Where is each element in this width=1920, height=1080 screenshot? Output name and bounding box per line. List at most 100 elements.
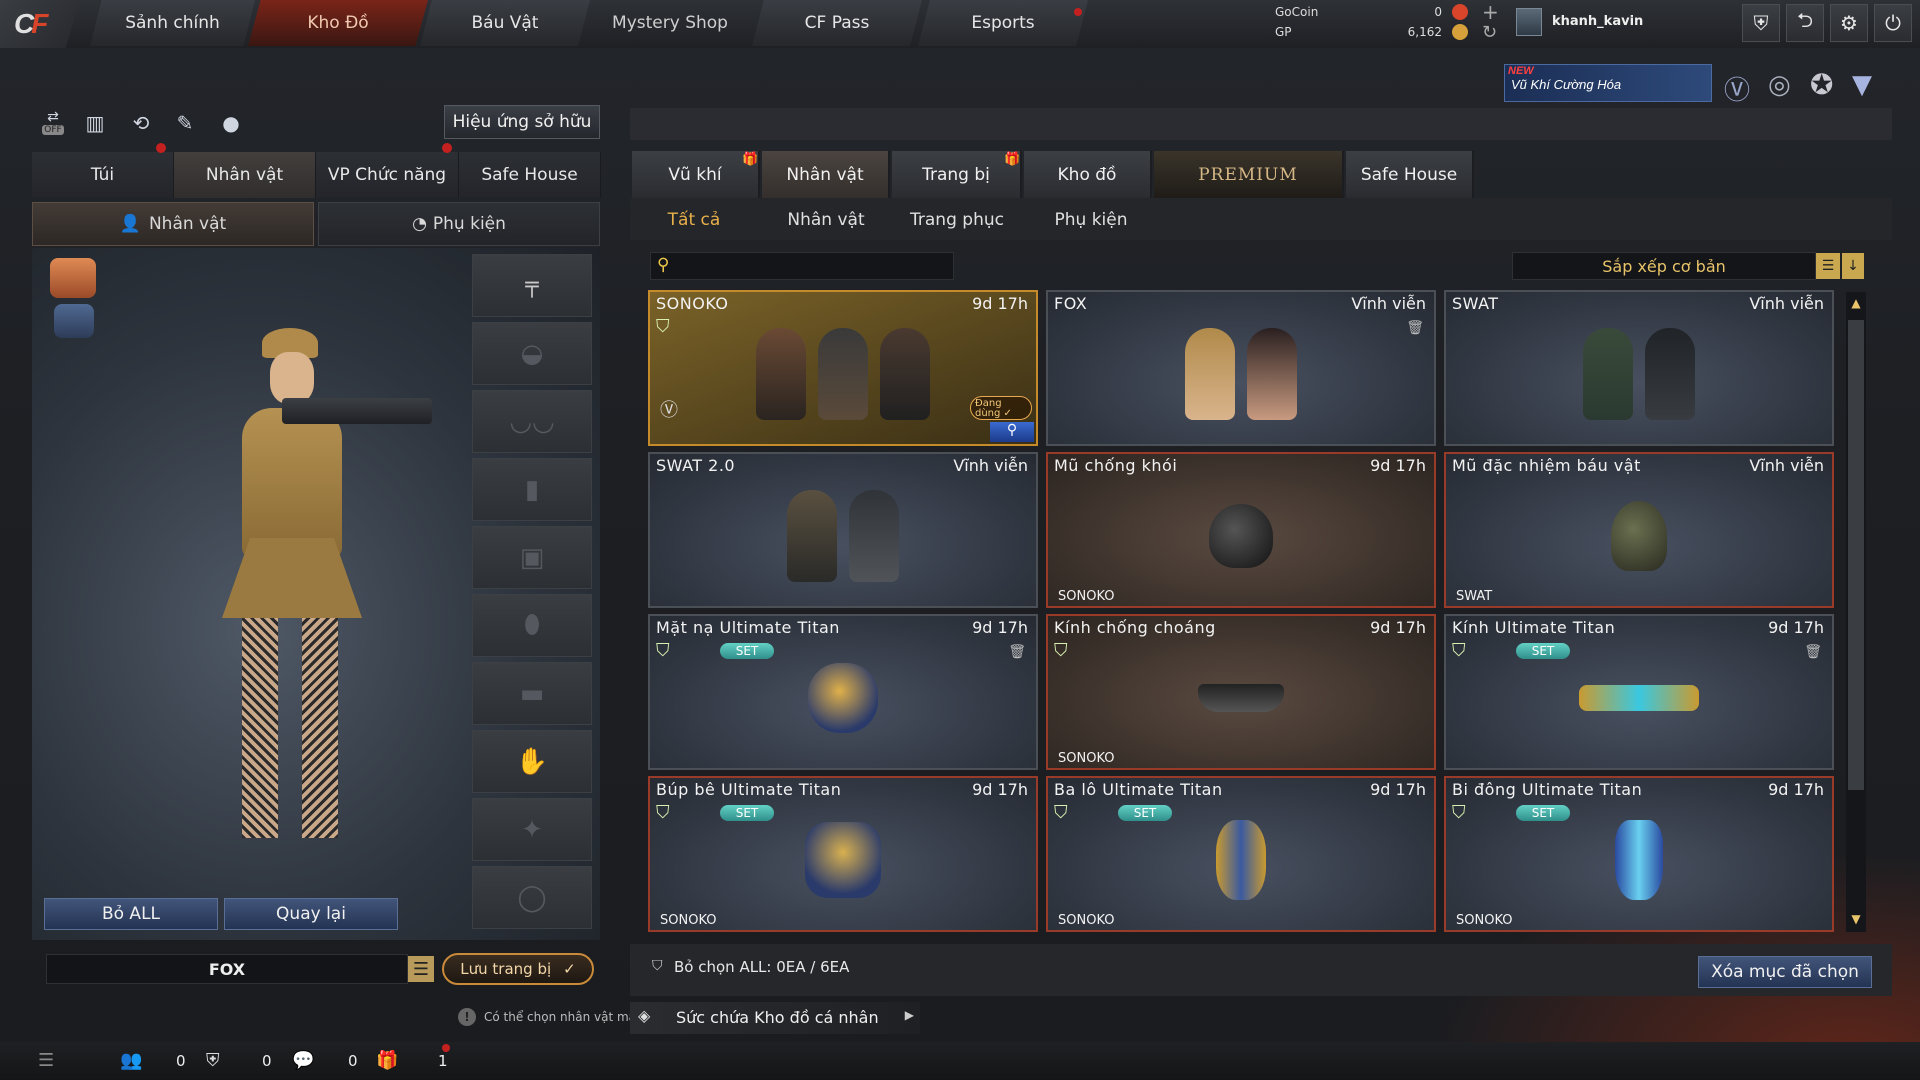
subtab-label: Nhân vật [148, 214, 227, 234]
mode-icon-active[interactable] [50, 258, 96, 298]
nav-tab-cf-pass[interactable]: CF Pass [752, 0, 922, 46]
clan-icon[interactable]: ⛨ [206, 1050, 220, 1071]
item-card-titan-goggles[interactable]: Kính Ultimate Titan 9d 17h ⛉ SET 🗑 [1444, 614, 1834, 770]
right-tab-character[interactable]: Nhân vật [762, 151, 890, 198]
left-tab-character[interactable]: Nhân vật [174, 152, 316, 198]
delete-selected-button[interactable]: Xóa mục đã chọn [1698, 956, 1872, 988]
nav-tab-esports[interactable]: Esports [918, 0, 1088, 46]
chevron-right-icon: ▶ [904, 1008, 914, 1022]
clan-icon[interactable]: ⛨ [1742, 4, 1780, 42]
item-card-swat-2[interactable]: SWAT 2.0 Vĩnh viễn [648, 452, 1038, 608]
owned-effects-button[interactable]: Hiệu ứng sở hữu [444, 105, 600, 139]
item-owner: SWAT [1456, 589, 1493, 604]
item-card-titan-backpack[interactable]: Ba lô Ultimate Titan 9d 17h ⛉ SET SONOKO [1046, 776, 1436, 932]
off-label: OFF [42, 125, 64, 135]
left-tab-vp-items[interactable]: VP Chức năng [316, 152, 459, 198]
subtab-character[interactable]: 👤 Nhân vật [32, 202, 314, 246]
scroll-down-icon[interactable]: ▼ [1846, 908, 1866, 930]
grenade-icon[interactable]: ● [216, 108, 246, 138]
right-tab-weapon[interactable]: Vũ khí [632, 151, 760, 198]
item-card-titan-canteen[interactable]: Bi đông Ultimate Titan 9d 17h ⛉ SET SONO… [1444, 776, 1834, 932]
right-tab-gear[interactable]: Trang bị [892, 151, 1022, 198]
globe-icon[interactable]: ◎ [1768, 70, 1791, 100]
history-icon[interactable]: ⟲ [126, 108, 156, 138]
right-tab-premium[interactable]: PREMIUM [1154, 151, 1344, 198]
scroll-up-icon[interactable]: ▲ [1846, 292, 1866, 314]
sort-desc-icon[interactable]: ↓ [1842, 253, 1864, 279]
capacity-panel[interactable]: ◈ Sức chứa Kho đồ cá nhân ▶ [630, 1002, 920, 1034]
helmet-art [1048, 484, 1434, 588]
mode-icon-secondary[interactable] [54, 304, 94, 338]
subtab-label: Tất cả [667, 210, 721, 230]
nav-tab-mystery-shop[interactable]: Mystery Shop [590, 0, 750, 46]
item-card-sonoko[interactable]: SONOKO 9d 17h ⛉ Ⓥ Đang dùng ✓ ⚲ [648, 290, 1038, 446]
item-card-titan-mask[interactable]: Mặt nạ Ultimate Titan 9d 17h ⛉ SET 🗑 [648, 614, 1038, 770]
deselect-all-text[interactable]: Bỏ chọn ALL: 0EA / 6EA [674, 958, 849, 976]
item-owner: SONOKO [1058, 913, 1115, 928]
zoom-icon[interactable]: ⚲ [990, 422, 1034, 442]
subtab-accessories[interactable]: Phụ kiện [1040, 204, 1142, 236]
slot-charm[interactable]: ✦ [472, 798, 592, 861]
slot-head[interactable]: ◒ [472, 322, 592, 385]
slot-accessory[interactable]: ▮ [472, 458, 592, 521]
remove-all-button[interactable]: Bỏ ALL [44, 898, 218, 930]
slot-bracelet[interactable]: ◯ [472, 866, 592, 929]
back-button[interactable]: Quay lại [224, 898, 398, 930]
subtab-all[interactable]: Tất cả [646, 204, 742, 236]
item-card-smoke-helmet[interactable]: Mũ chống khói 9d 17h SONOKO [1046, 452, 1436, 608]
promo-banner[interactable]: NEW Vũ Khí Cường Hóa [1504, 64, 1712, 102]
gift-icon[interactable]: 🎁 [376, 1050, 398, 1071]
subtab-label: Nhân vật [787, 210, 865, 230]
slot-pack[interactable]: ▬ [472, 662, 592, 725]
save-loadout-button[interactable]: Lưu trang bị ✓ [442, 953, 594, 985]
search-box[interactable]: ⚲ [650, 252, 954, 280]
promo-new-badge: NEW [1508, 65, 1534, 77]
exit-room-icon[interactable]: ⮌ [1786, 4, 1824, 42]
nav-tab-inventory[interactable]: Kho Đồ [248, 0, 428, 46]
w-badge-icon[interactable]: ▼ [1852, 70, 1872, 100]
subtab-characters[interactable]: Nhân vật [774, 204, 878, 236]
item-duration: 9d 17h [972, 618, 1028, 637]
power-icon[interactable]: ⏻ [1874, 4, 1912, 42]
item-card-treasure-helmet[interactable]: Mũ đặc nhiệm báu vật Vĩnh viễn SWAT [1444, 452, 1834, 608]
item-card-swat[interactable]: SWAT Vĩnh viễn [1444, 290, 1834, 446]
slot-weapon[interactable]: ╤ [472, 254, 592, 317]
slot-vest[interactable]: ▣ [472, 526, 592, 589]
chart-icon[interactable]: ▥ [80, 108, 110, 138]
subtab-outfits[interactable]: Trang phục [898, 204, 1016, 236]
in-use-label: Đang dùng [975, 398, 1002, 419]
nav-tab-lobby[interactable]: Sảnh chính [90, 0, 255, 46]
right-tab-storage[interactable]: Kho đồ [1024, 151, 1152, 198]
sort-dropdown[interactable]: Sắp xếp cơ bản [1512, 252, 1816, 280]
search-input[interactable] [681, 256, 947, 276]
left-tab-safe-house[interactable]: Safe House [459, 152, 601, 198]
friends-icon[interactable]: 👥 [120, 1050, 142, 1071]
subtab-accessory[interactable]: ◔ Phụ kiện [318, 202, 600, 246]
menu-icon[interactable]: ☰ [408, 956, 434, 982]
right-tab-safe-house[interactable]: Safe House [1346, 151, 1474, 198]
slot-bottle[interactable]: ⬮ [472, 594, 592, 657]
item-card-fox[interactable]: FOX Vĩnh viễn 🗑 [1046, 290, 1436, 446]
character-name-field[interactable]: FOX [46, 954, 408, 984]
left-tab-bag[interactable]: Túi [32, 152, 174, 198]
spray-icon[interactable]: ✎ [170, 108, 200, 138]
add-currency-icon[interactable]: + [1482, 0, 1499, 24]
chat-icon[interactable]: 💬 [292, 1050, 314, 1071]
list-icon[interactable]: ☰ [1816, 253, 1840, 279]
gear-icon[interactable]: ⚙ [1830, 4, 1868, 42]
list-icon[interactable]: ☰ [38, 1050, 54, 1071]
v-badge-icon[interactable]: Ⓥ [1724, 70, 1750, 107]
item-card-titan-doll[interactable]: Búp bê Ultimate Titan 9d 17h ⛉ SET SONOK… [648, 776, 1038, 932]
slot-glove[interactable]: ✋ [472, 730, 592, 793]
item-duration: Vĩnh viễn [1749, 294, 1824, 313]
toggle-off-icon[interactable]: ⇄ OFF [36, 104, 70, 140]
refresh-icon[interactable]: ↻ [1482, 22, 1497, 43]
slot-goggles[interactable]: ◡◡ [472, 390, 592, 453]
item-card-flash-goggles[interactable]: Kính chống choáng 9d 17h ⛉ SONOKO [1046, 614, 1436, 770]
nav-tab-treasure[interactable]: Báu Vật [420, 0, 590, 46]
pouch-icon: ▮ [524, 474, 540, 505]
bookmark-icon[interactable]: ⛉ [652, 958, 663, 974]
left-tab-label: Safe House [481, 165, 578, 185]
ball-icon[interactable]: ✪ [1810, 68, 1833, 101]
scrollbar-thumb[interactable] [1848, 320, 1864, 790]
